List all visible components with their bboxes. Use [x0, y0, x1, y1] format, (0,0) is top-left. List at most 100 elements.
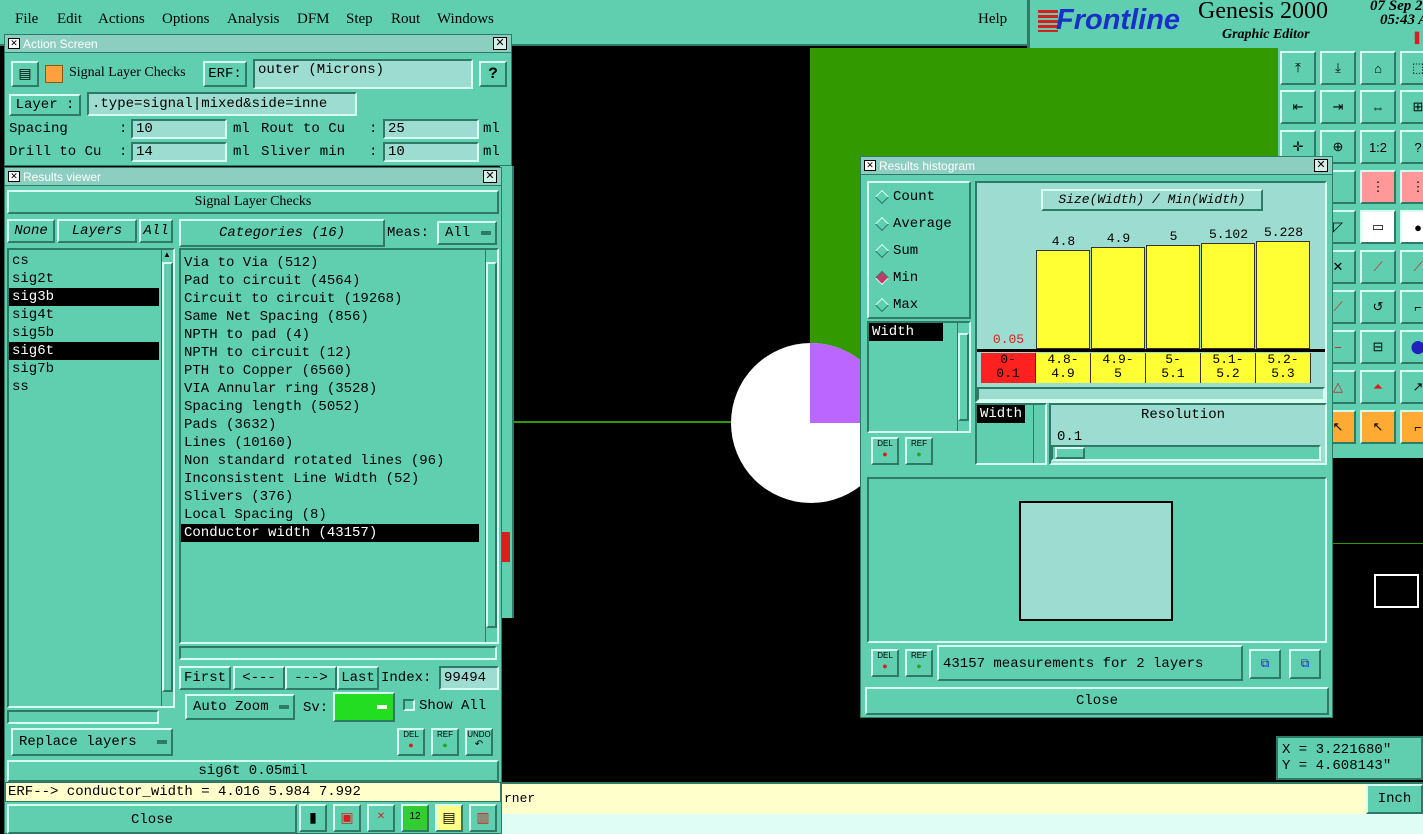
layer-item[interactable]: sig3b: [9, 288, 159, 306]
layer-item[interactable]: ss: [9, 378, 159, 396]
layers-scrollbar[interactable]: ▲: [161, 250, 173, 706]
toolbar-ratio-icon[interactable]: 1:2: [1360, 130, 1396, 164]
category-item[interactable]: Non standard rotated lines (96): [181, 452, 479, 470]
layer-item[interactable]: sig6t: [9, 342, 159, 360]
toolbar-step-icon[interactable]: ⌐: [1400, 410, 1423, 444]
menu-analysis[interactable]: Analysis: [227, 11, 280, 28]
toolbar-help-icon[interactable]: ?: [1400, 130, 1423, 164]
toolbar-pointer-icon[interactable]: ↖: [1360, 410, 1396, 444]
close-icon[interactable]: ✕: [493, 37, 507, 50]
category-item[interactable]: NPTH to pad (4): [181, 326, 479, 344]
viewer-close-button[interactable]: Close: [7, 804, 297, 834]
zoom-to-icon[interactable]: ⧉: [1249, 649, 1281, 679]
menu-file[interactable]: File: [15, 11, 38, 28]
meas-dropdown[interactable]: All: [437, 221, 497, 245]
resolution-item[interactable]: Width: [977, 405, 1025, 423]
index-field[interactable]: 99494: [439, 666, 499, 690]
layers-list[interactable]: cs sig2t sig3b sig4t sig5b sig6t sig7b ss ▲: [7, 248, 175, 708]
histogram-bar[interactable]: [1256, 241, 1310, 349]
menu-step[interactable]: Step: [346, 11, 373, 28]
toolbar-move-icon[interactable]: ↗: [1400, 370, 1423, 404]
histogram-bin[interactable]: 5.2- 5.3: [1256, 353, 1311, 383]
menu-actions[interactable]: Actions: [98, 11, 145, 28]
toolbar-fit-icon[interactable]: ⇔: [1360, 90, 1396, 124]
toolbar-down-icon[interactable]: ⤓: [1320, 51, 1356, 85]
toolbar-connect-icon[interactable]: ⬤: [1400, 330, 1423, 364]
erf-field[interactable]: outer (Microns): [253, 59, 473, 89]
spacing-field[interactable]: 10: [131, 119, 227, 139]
category-item[interactable]: Spacing length (5052): [181, 398, 479, 416]
all-layers-button[interactable]: All: [139, 219, 173, 243]
first-button[interactable]: First: [179, 666, 231, 690]
del-button[interactable]: DEL ●: [397, 728, 425, 756]
layer-item[interactable]: sig2t: [9, 270, 159, 288]
units-button[interactable]: Inch: [1366, 784, 1423, 814]
prev-button[interactable]: <---: [233, 666, 285, 690]
toolbar-arc-icon[interactable]: ↺: [1360, 290, 1396, 324]
ruler-tool-icon[interactable]: ▮: [299, 804, 327, 832]
toolbar-zoom-icon[interactable]: ⊞: [1400, 90, 1423, 124]
category-item[interactable]: Same Net Spacing (856): [181, 308, 479, 326]
resolution-slider[interactable]: [1051, 445, 1321, 461]
hist-del-button[interactable]: DEL ●: [871, 437, 899, 465]
drill-to-cu-field[interactable]: 14: [131, 142, 227, 162]
rout-to-cu-field[interactable]: 25: [383, 119, 479, 139]
highlight-tool-icon[interactable]: ▣: [333, 804, 361, 832]
category-item[interactable]: Circuit to circuit (19268): [181, 290, 479, 308]
layer-item[interactable]: sig7b: [9, 360, 159, 378]
layer-item[interactable]: sig5b: [9, 324, 159, 342]
slider-thumb[interactable]: [1055, 447, 1085, 459]
toolbar-home-icon[interactable]: ⌂: [1360, 51, 1396, 85]
layer-item[interactable]: cs: [9, 252, 159, 270]
toolbar-ruler-icon[interactable]: ▭: [1360, 210, 1396, 244]
layer-field[interactable]: .type=signal|mixed&side=inne: [87, 92, 357, 116]
histogram-bin[interactable]: 4.8- 4.9: [1036, 353, 1091, 383]
resolution-scrollbar[interactable]: [1033, 405, 1045, 463]
histogram-tool-icon[interactable]: ▥: [469, 804, 497, 832]
hist-ref-button[interactable]: REF ●: [905, 437, 933, 465]
toolbar-pad-icon[interactable]: ●: [1400, 210, 1423, 244]
histogram-bar[interactable]: [1201, 243, 1255, 349]
histogram-bar[interactable]: [1091, 247, 1145, 349]
sv-color-dropdown[interactable]: [333, 692, 395, 722]
menu-edit[interactable]: Edit: [57, 11, 82, 28]
erf-button[interactable]: ERF:: [203, 61, 247, 87]
categories-list[interactable]: Via to Via (512) Pad to circuit (4564) Cir…: [179, 248, 499, 644]
categories-scrollbar[interactable]: [485, 250, 497, 642]
toolbar-left-icon[interactable]: ⇤: [1280, 90, 1316, 124]
category-item[interactable]: Via to Via (512): [181, 254, 479, 272]
category-item[interactable]: Pads (3632): [181, 416, 479, 434]
mode-radio-max[interactable]: Max: [874, 297, 918, 313]
category-item[interactable]: Local Spacing (8): [181, 506, 479, 524]
auto-zoom-dropdown[interactable]: Auto Zoom: [185, 694, 295, 720]
next-button[interactable]: --->: [285, 666, 337, 690]
category-item[interactable]: Conductor width (43157): [181, 524, 479, 542]
toolbar-snap-icon[interactable]: ⋮: [1360, 170, 1396, 204]
toolbar-triangle-icon[interactable]: ⏶: [1360, 370, 1396, 404]
report-tool-icon[interactable]: ▤: [435, 804, 463, 832]
measure-scrollbar[interactable]: [957, 323, 969, 431]
help-button[interactable]: ?: [479, 61, 507, 87]
category-item[interactable]: VIA Annular ring (3528): [181, 380, 479, 398]
histogram-close-button[interactable]: Close: [865, 687, 1329, 715]
scroll-thumb[interactable]: [162, 262, 173, 692]
preview-ref-button[interactable]: REF ●: [905, 649, 933, 677]
histogram-bar[interactable]: [1146, 245, 1200, 349]
category-item[interactable]: Slivers (376): [181, 488, 479, 506]
layer-item[interactable]: sig4t: [9, 306, 159, 324]
toolbar-up-icon[interactable]: ⤒: [1280, 51, 1316, 85]
categories-hscroll[interactable]: [179, 646, 497, 660]
mode-radio-count[interactable]: Count: [874, 189, 935, 205]
replace-layers-dropdown[interactable]: Replace layers: [11, 728, 173, 756]
category-item[interactable]: PTH to Copper (6560): [181, 362, 479, 380]
toolbar-drill-icon[interactable]: ⋮: [1400, 170, 1423, 204]
toolbar-pan-icon[interactable]: ⬚: [1400, 51, 1423, 85]
number-tool-icon[interactable]: 12: [401, 804, 429, 832]
layers-hscroll[interactable]: [7, 710, 159, 724]
category-item[interactable]: Lines (10160): [181, 434, 479, 452]
toolbar-measure-icon[interactable]: ⊟: [1360, 330, 1396, 364]
histogram-bar[interactable]: [1036, 250, 1090, 349]
category-item[interactable]: Pad to circuit (4564): [181, 272, 479, 290]
histogram-bin[interactable]: 5- 5.1: [1146, 353, 1201, 383]
chart-hscroll[interactable]: [977, 387, 1325, 401]
